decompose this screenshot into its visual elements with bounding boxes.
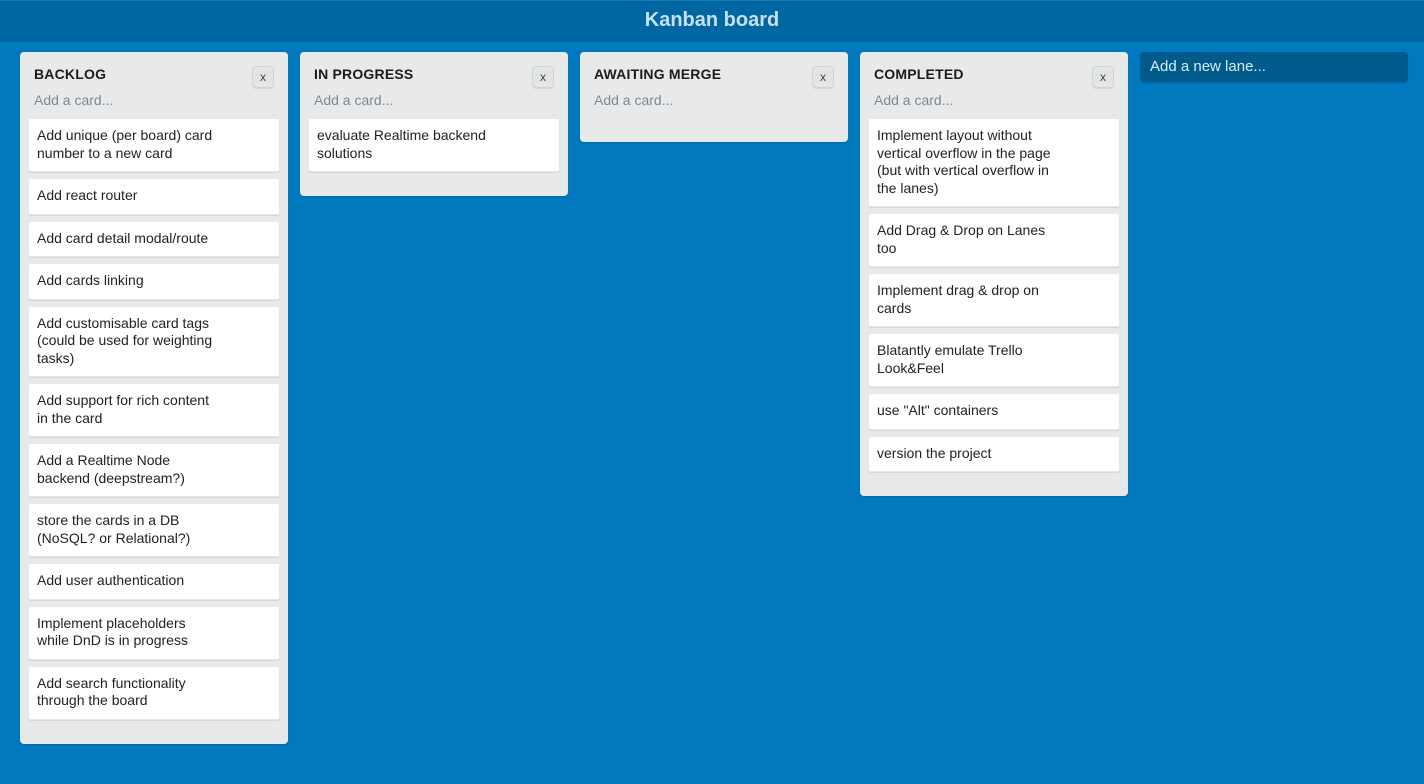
- card-text: Add card detail modal/route: [37, 230, 217, 248]
- add-card-button[interactable]: Add a card...: [868, 90, 1120, 118]
- card[interactable]: Add Drag & Drop on Lanes too: [868, 213, 1120, 267]
- card[interactable]: Blatantly emulate Trello Look&Feel: [868, 333, 1120, 387]
- card-text: Implement drag & drop on cards: [877, 282, 1057, 317]
- card-list: evaluate Realtime backend solutions: [308, 118, 560, 172]
- card[interactable]: evaluate Realtime backend solutions: [308, 118, 560, 172]
- app-header: Kanban board: [0, 0, 1424, 42]
- card[interactable]: Implement drag & drop on cards: [868, 273, 1120, 327]
- lane-title: BACKLOG: [34, 66, 106, 82]
- lane-header: IN PROGRESS x: [308, 60, 560, 90]
- lane-title: IN PROGRESS: [314, 66, 413, 82]
- card-text: use "Alt" containers: [877, 402, 1057, 420]
- add-card-button[interactable]: Add a card...: [308, 90, 560, 118]
- lane-header: AWAITING MERGE x: [588, 60, 840, 90]
- card-text: Add search functionality through the boa…: [37, 675, 217, 710]
- card[interactable]: Add customisable card tags (could be use…: [28, 306, 280, 378]
- add-card-button[interactable]: Add a card...: [28, 90, 280, 118]
- board: BACKLOGxAdd a card...Add unique (per boa…: [0, 42, 1424, 784]
- page-title: Kanban board: [645, 9, 779, 31]
- card-text: Implement placeholders while DnD is in p…: [37, 615, 217, 650]
- card[interactable]: Add unique (per board) card number to a …: [28, 118, 280, 172]
- card-text: store the cards in a DB (NoSQL? or Relat…: [37, 512, 217, 547]
- lane: AWAITING MERGE xAdd a card...: [580, 52, 848, 142]
- card-text: Add cards linking: [37, 272, 217, 290]
- card-list: Implement layout without vertical overfl…: [868, 118, 1120, 472]
- card-text: Add Drag & Drop on Lanes too: [877, 222, 1057, 257]
- card-text: Add unique (per board) card number to a …: [37, 127, 217, 162]
- card-text: version the project: [877, 445, 1057, 463]
- card-text: evaluate Realtime backend solutions: [317, 127, 497, 162]
- lane-title: COMPLETED: [874, 66, 964, 82]
- card-text: Add react router: [37, 187, 217, 205]
- card-text: Add support for rich content in the card: [37, 392, 217, 427]
- lane: IN PROGRESS xAdd a card... evaluate Realti…: [300, 52, 568, 196]
- card-text: Blatantly emulate Trello Look&Feel: [877, 342, 1057, 377]
- lane-header: COMPLETED x: [868, 60, 1120, 90]
- card-text: Add customisable card tags (could be use…: [37, 315, 217, 368]
- card-text: Add user authentication: [37, 572, 217, 590]
- card[interactable]: Add a Realtime Node backend (deepstream?…: [28, 443, 280, 497]
- add-lane-button[interactable]: Add a new lane...: [1140, 52, 1408, 82]
- card-text: Add a Realtime Node backend (deepstream?…: [37, 452, 217, 487]
- lane-close-button[interactable]: x: [532, 66, 554, 88]
- card[interactable]: version the project: [868, 436, 1120, 473]
- card-list: Add unique (per board) card number to a …: [28, 118, 280, 720]
- lane-close-button[interactable]: x: [1092, 66, 1114, 88]
- lane: COMPLETED xAdd a card... Implement layout …: [860, 52, 1128, 496]
- card[interactable]: Add user authentication: [28, 563, 280, 600]
- card[interactable]: store the cards in a DB (NoSQL? or Relat…: [28, 503, 280, 557]
- card[interactable]: Add search functionality through the boa…: [28, 666, 280, 720]
- card[interactable]: Add cards linking: [28, 263, 280, 300]
- add-card-button[interactable]: Add a card...: [588, 90, 840, 118]
- card[interactable]: Add support for rich content in the card: [28, 383, 280, 437]
- card-text: Implement layout without vertical overfl…: [877, 127, 1057, 197]
- lane-close-button[interactable]: x: [812, 66, 834, 88]
- card[interactable]: use "Alt" containers: [868, 393, 1120, 430]
- card[interactable]: Add react router: [28, 178, 280, 215]
- card[interactable]: Implement layout without vertical overfl…: [868, 118, 1120, 207]
- card[interactable]: Add card detail modal/route: [28, 221, 280, 258]
- lane: BACKLOG xAdd a card... Add unique (per boa…: [20, 52, 288, 744]
- card[interactable]: Implement placeholders while DnD is in p…: [28, 606, 280, 660]
- lane-close-button[interactable]: x: [252, 66, 274, 88]
- lane-title: AWAITING MERGE: [594, 66, 721, 82]
- lane-header: BACKLOG x: [28, 60, 280, 90]
